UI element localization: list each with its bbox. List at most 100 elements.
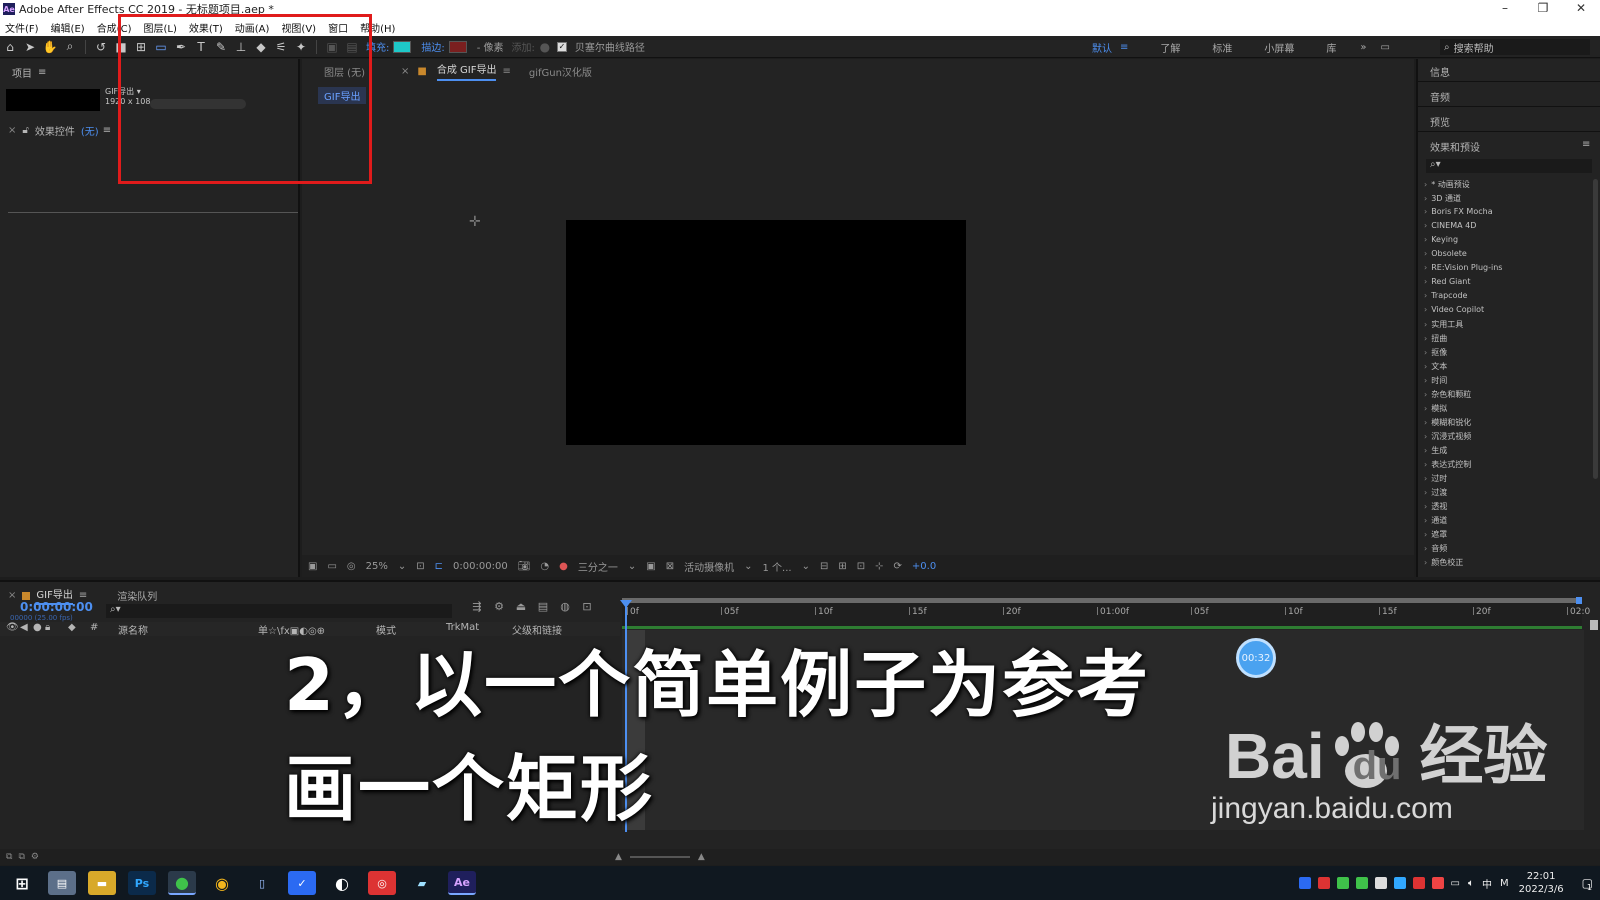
preview-panel-tab[interactable]: 预览 bbox=[1430, 114, 1450, 129]
effects-category-item[interactable]: › 3D 通道 bbox=[1424, 193, 1594, 207]
effects-category-item[interactable]: › 模拟 bbox=[1424, 403, 1594, 417]
panel-menu-icon[interactable]: ≡ bbox=[1582, 139, 1590, 150]
tray-wechat-icon[interactable] bbox=[1336, 877, 1349, 889]
chevron-right-icon[interactable]: › bbox=[1424, 277, 1427, 286]
timeline-zoom-slider[interactable] bbox=[629, 856, 690, 858]
tray-app-icon[interactable] bbox=[1317, 877, 1330, 889]
chevron-right-icon[interactable]: › bbox=[1424, 180, 1427, 189]
browser-icon[interactable]: ◐ bbox=[328, 871, 356, 895]
shy-layers-icon[interactable]: ⏏ bbox=[510, 600, 532, 613]
chevron-right-icon[interactable]: › bbox=[1424, 362, 1427, 371]
effects-category-item[interactable]: › Trapcode bbox=[1424, 291, 1594, 305]
tab-render-queue[interactable]: 渲染队列 bbox=[117, 588, 157, 603]
chevron-right-icon[interactable]: › bbox=[1424, 194, 1427, 203]
monitor-icon[interactable]: ▭ bbox=[327, 561, 336, 572]
chevron-down-icon[interactable]: ⌄ bbox=[802, 561, 810, 572]
expand-icon[interactable]: ⧉ bbox=[6, 852, 12, 862]
after-effects-icon[interactable]: Ae bbox=[448, 871, 476, 895]
ime-mode-icon[interactable]: M bbox=[1500, 878, 1509, 889]
rotate-tool-icon[interactable]: ↺ bbox=[91, 38, 111, 56]
tray-app-icon[interactable] bbox=[1431, 877, 1444, 889]
effects-category-item[interactable]: › 通道 bbox=[1424, 515, 1594, 529]
chevron-right-icon[interactable]: › bbox=[1424, 207, 1427, 216]
close-icon[interactable]: × bbox=[8, 590, 16, 601]
close-icon[interactable]: × bbox=[8, 125, 16, 136]
effects-category-item[interactable]: › 实用工具 bbox=[1424, 319, 1594, 333]
zoom-select[interactable]: 25% bbox=[366, 561, 388, 572]
timeline-current-time[interactable]: 0:00:00:00 bbox=[20, 600, 93, 614]
document-icon[interactable]: ▯ bbox=[248, 871, 276, 895]
add-label[interactable]: 添加: bbox=[512, 39, 535, 54]
chevron-right-icon[interactable]: › bbox=[1424, 502, 1427, 511]
close-button[interactable]: ✕ bbox=[1562, 0, 1600, 18]
workspace-learn[interactable]: 了解 bbox=[1160, 40, 1180, 55]
playhead-handle[interactable] bbox=[620, 600, 632, 608]
composition-canvas[interactable] bbox=[566, 220, 966, 445]
menu-file[interactable]: 文件(F) bbox=[5, 20, 39, 35]
workspace-more-icon[interactable]: » bbox=[1360, 42, 1366, 53]
timeline-search-input[interactable]: ⌕▾ bbox=[106, 604, 452, 618]
effects-category-item[interactable]: › 透视 bbox=[1424, 501, 1594, 515]
label-icon[interactable]: ◆ bbox=[68, 622, 76, 633]
workspace-default[interactable]: 默认 bbox=[1092, 40, 1112, 55]
chevron-right-icon[interactable]: › bbox=[1424, 221, 1427, 230]
current-time-display[interactable]: 0:00:00:00 bbox=[453, 561, 508, 572]
region-of-interest-icon[interactable]: ▣ bbox=[646, 561, 655, 572]
chevron-down-icon[interactable]: ⌄ bbox=[398, 561, 406, 572]
zoom-in-icon[interactable]: ▲ bbox=[698, 852, 705, 862]
chevron-right-icon[interactable]: › bbox=[1424, 460, 1427, 469]
tray-cloud-icon[interactable] bbox=[1374, 877, 1387, 889]
workspace-small-screen[interactable]: 小屏幕 bbox=[1264, 40, 1294, 55]
timeline-nav-handle[interactable] bbox=[1590, 620, 1598, 630]
ime-indicator[interactable]: 中 bbox=[1482, 876, 1492, 891]
effects-category-item[interactable]: › 抠像 bbox=[1424, 347, 1594, 361]
effects-category-item[interactable]: › 杂色和颗粒 bbox=[1424, 389, 1594, 403]
effects-category-item[interactable]: › CINEMA 4D bbox=[1424, 221, 1594, 235]
file-explorer-icon[interactable]: ▬ bbox=[88, 871, 116, 895]
network-icon[interactable]: ▭ bbox=[1451, 878, 1460, 889]
chevron-down-icon[interactable]: ⌄ bbox=[744, 561, 752, 572]
toggle-pixel-aspect-icon[interactable]: ⊟ bbox=[820, 561, 828, 572]
chevron-right-icon[interactable]: › bbox=[1424, 516, 1427, 525]
workspace-libraries[interactable]: 库 bbox=[1326, 40, 1336, 55]
photoshop-icon[interactable]: Ps bbox=[128, 871, 156, 895]
time-ruler[interactable]: 0f 05f 10f 15f 20f 01:00f 05f 10f 15f 20f 02:0 bbox=[622, 597, 1590, 626]
stroke-width-unit[interactable]: - 像素 bbox=[477, 39, 504, 54]
effects-category-item[interactable]: › 颜色校正 bbox=[1424, 557, 1594, 571]
chevron-right-icon[interactable]: › bbox=[1424, 488, 1427, 497]
tab-composition[interactable]: 合成 GIF导出 bbox=[436, 61, 497, 81]
workspace-menu-icon[interactable]: ≡ bbox=[1120, 42, 1128, 53]
chevron-right-icon[interactable]: › bbox=[1424, 446, 1427, 455]
windows-start-icon[interactable]: ⊞ bbox=[8, 871, 36, 895]
chevron-right-icon[interactable]: › bbox=[1424, 263, 1427, 272]
notepad-icon[interactable]: ▤ bbox=[48, 871, 76, 895]
timeline-icon[interactable]: ⊡ bbox=[857, 561, 865, 572]
netease-music-icon[interactable]: ◎ bbox=[368, 871, 396, 895]
fill-color-swatch[interactable] bbox=[393, 40, 412, 53]
visibility-icon[interactable]: 👁︎ bbox=[6, 622, 19, 633]
chevron-right-icon[interactable]: › bbox=[1424, 348, 1427, 357]
effects-category-item[interactable]: › 文本 bbox=[1424, 361, 1594, 375]
panel-menu-icon[interactable]: ≡ bbox=[502, 66, 510, 77]
volume-icon[interactable]: 🔈︎ bbox=[1468, 878, 1474, 889]
render-time-icon[interactable]: ⚙ bbox=[31, 852, 39, 862]
modes-icon[interactable]: ⧉ bbox=[18, 852, 24, 862]
chevron-down-icon[interactable]: ⌄ bbox=[628, 561, 636, 572]
chevron-right-icon[interactable]: › bbox=[1424, 432, 1427, 441]
chevron-right-icon[interactable]: › bbox=[1424, 291, 1427, 300]
tray-app-icon[interactable] bbox=[1412, 877, 1425, 889]
tray-app-icon[interactable] bbox=[1393, 877, 1406, 889]
effects-category-item[interactable]: › Keying bbox=[1424, 235, 1594, 249]
menu-edit[interactable]: 编辑(E) bbox=[51, 20, 85, 35]
panel-toggle-icon[interactable]: ▭ bbox=[1381, 42, 1390, 53]
color-channel-icon[interactable]: ● bbox=[559, 561, 568, 572]
effects-category-item[interactable]: › 模糊和锐化 bbox=[1424, 417, 1594, 431]
resolution-select[interactable]: 三分之一 bbox=[578, 559, 618, 574]
effect-controls-tab[interactable]: × 🔓︎ 效果控件 (无) ≡ bbox=[8, 123, 111, 138]
tab-gifgun[interactable]: gifGun汉化版 bbox=[529, 64, 592, 79]
work-area-bar[interactable] bbox=[622, 597, 1582, 604]
effects-category-item[interactable]: › 表达式控制 bbox=[1424, 459, 1594, 473]
flowchart-icon[interactable]: ⊹ bbox=[875, 561, 883, 572]
safe-zones-icon[interactable]: ⊏ bbox=[435, 561, 443, 572]
reset-exposure-icon[interactable]: ⟳ bbox=[894, 561, 902, 572]
